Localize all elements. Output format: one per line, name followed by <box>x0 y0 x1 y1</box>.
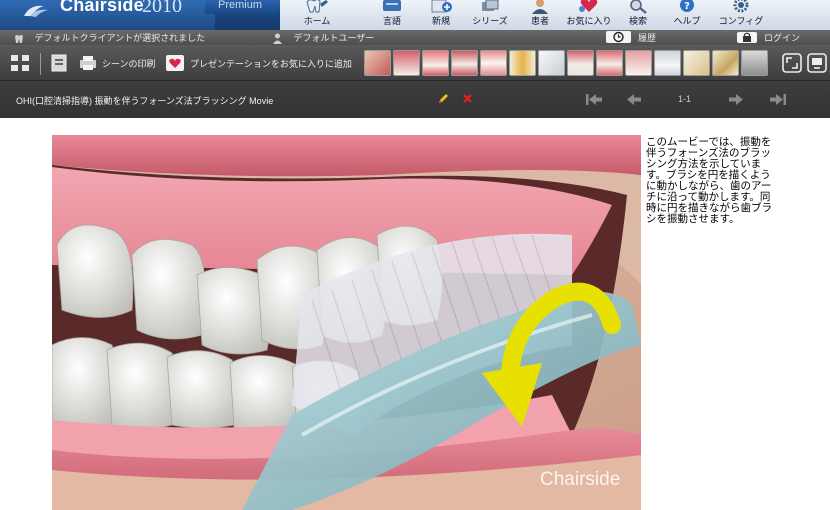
delete-x-icon[interactable] <box>462 93 473 104</box>
scene-thumb[interactable] <box>451 50 478 76</box>
scene-thumb[interactable] <box>683 50 710 76</box>
page-indicator: 1-1 <box>678 94 692 104</box>
nav-help-button[interactable]: ? ヘルプ <box>662 0 712 30</box>
scene-toolbar: シーンの印刷 プレゼンテーションをお気に入りに追加 <box>0 45 830 81</box>
clock-icon <box>613 31 624 43</box>
status-bar: デフォルトクライアントが選択されました デフォルトユーザー 履歴 ログイン <box>0 30 830 45</box>
nav-language-label: 言語 <box>382 16 401 26</box>
tooth-small-icon <box>15 34 23 43</box>
scene-info-icon[interactable] <box>50 54 68 72</box>
print-icon[interactable] <box>78 54 98 72</box>
slideshow-icon[interactable] <box>807 53 827 73</box>
scene-thumb[interactable] <box>422 50 449 76</box>
nav-help-label: ヘルプ <box>673 16 701 26</box>
toolbar-divider <box>40 53 41 75</box>
scene-thumb[interactable] <box>596 50 623 76</box>
nav-new-label: 新規 <box>431 16 450 26</box>
add-presentation-favorite-button[interactable]: プレゼンテーションをお気に入りに追加 <box>190 57 352 70</box>
expand-icon[interactable] <box>782 53 802 73</box>
movie-title-bar: OHI(口腔清掃指導) 振動を伴うフォーンズ法ブラッシング Movie 1-1 <box>0 81 830 118</box>
config-gear-icon <box>733 0 749 13</box>
previous-page-icon[interactable] <box>626 93 642 106</box>
movie-title: OHI(口腔清掃指導) 振動を伴うフォーンズ法ブラッシング Movie <box>16 96 274 106</box>
client-status-text: デフォルトクライアントが選択されました <box>34 33 206 43</box>
brushing-illustration <box>52 135 641 510</box>
lock-icon <box>743 32 751 42</box>
nav-favorites-button[interactable]: お気に入り <box>564 0 614 30</box>
edition-label: Premium <box>218 0 263 11</box>
fullscreen-icon[interactable] <box>10 54 30 72</box>
scene-thumbnails <box>364 50 770 76</box>
movie-description: このムービーでは、振動を伴うフォーンズ法のブラッシング方法を示しています。ブラシ… <box>646 136 772 225</box>
user-icon <box>273 33 282 45</box>
brand-name: Chairside <box>60 0 144 15</box>
scene-thumb[interactable] <box>509 50 536 76</box>
nav-series-button[interactable]: シリーズ <box>465 0 515 30</box>
first-page-icon[interactable] <box>585 93 603 106</box>
scene-thumb[interactable] <box>712 50 739 76</box>
next-page-icon[interactable] <box>728 93 744 106</box>
scene-thumb[interactable] <box>625 50 652 76</box>
tooth-home-icon <box>306 0 328 13</box>
nav-language-button[interactable]: 言語 <box>367 0 417 30</box>
heart-favorite-icon[interactable] <box>165 54 185 72</box>
edit-pencil-icon[interactable] <box>437 93 449 105</box>
scene-thumb[interactable] <box>741 50 768 76</box>
logo-area: Chairside 2010 <box>0 0 215 30</box>
client-status: デフォルトクライアントが選択されました <box>14 31 205 44</box>
language-icon <box>383 0 401 11</box>
movie-player[interactable]: Chairside <box>52 135 641 510</box>
login-label[interactable]: ログイン <box>764 31 800 44</box>
user-status-text: デフォルトユーザー <box>293 33 375 43</box>
nav-new-button[interactable]: 新規 <box>416 0 466 30</box>
last-page-icon[interactable] <box>769 93 787 106</box>
svg-text:?: ? <box>684 1 690 12</box>
scene-thumb[interactable] <box>654 50 681 76</box>
scene-thumb[interactable] <box>567 50 594 76</box>
nav-home-button[interactable]: ホーム <box>292 0 342 30</box>
scene-thumb[interactable] <box>393 50 420 76</box>
nav-search-label: 検索 <box>628 16 647 26</box>
chairside-watermark: Chairside <box>540 469 621 490</box>
login-button[interactable] <box>737 32 757 43</box>
nav-config-button[interactable]: コンフィグ <box>716 0 766 30</box>
scene-thumb[interactable] <box>364 50 391 76</box>
series-icon <box>482 0 499 11</box>
new-icon <box>431 0 452 13</box>
favorites-heart-icon <box>579 0 598 12</box>
chairside-logo-icon <box>24 5 48 17</box>
nav-home-label: ホーム <box>303 16 331 26</box>
nav-search-button[interactable]: 検索 <box>613 0 663 30</box>
history-label[interactable]: 履歴 <box>638 31 656 44</box>
nav-patient-label: 患者 <box>530 16 549 26</box>
nav-patient-button[interactable]: 患者 <box>515 0 565 30</box>
user-status: デフォルトユーザー <box>272 31 375 45</box>
app-header: Chairside 2010 Premium ホーム 言語 新規 シリーズ 患者… <box>0 0 830 30</box>
scene-thumb[interactable] <box>480 50 507 76</box>
nav-config-label: コンフィグ <box>718 16 764 26</box>
history-button[interactable] <box>606 31 631 43</box>
print-scene-button[interactable]: シーンの印刷 <box>102 57 156 70</box>
help-icon: ? <box>680 0 694 12</box>
content-area: Chairside このムービーでは、振動を伴うフォーンズ法のブラッシング方法を… <box>0 118 830 510</box>
brand-year: 2010 <box>142 0 182 17</box>
scene-thumb[interactable] <box>538 50 565 76</box>
patient-icon <box>532 0 548 14</box>
nav-favorites-label: お気に入り <box>566 16 612 26</box>
search-icon <box>630 0 647 14</box>
nav-series-label: シリーズ <box>472 16 508 26</box>
